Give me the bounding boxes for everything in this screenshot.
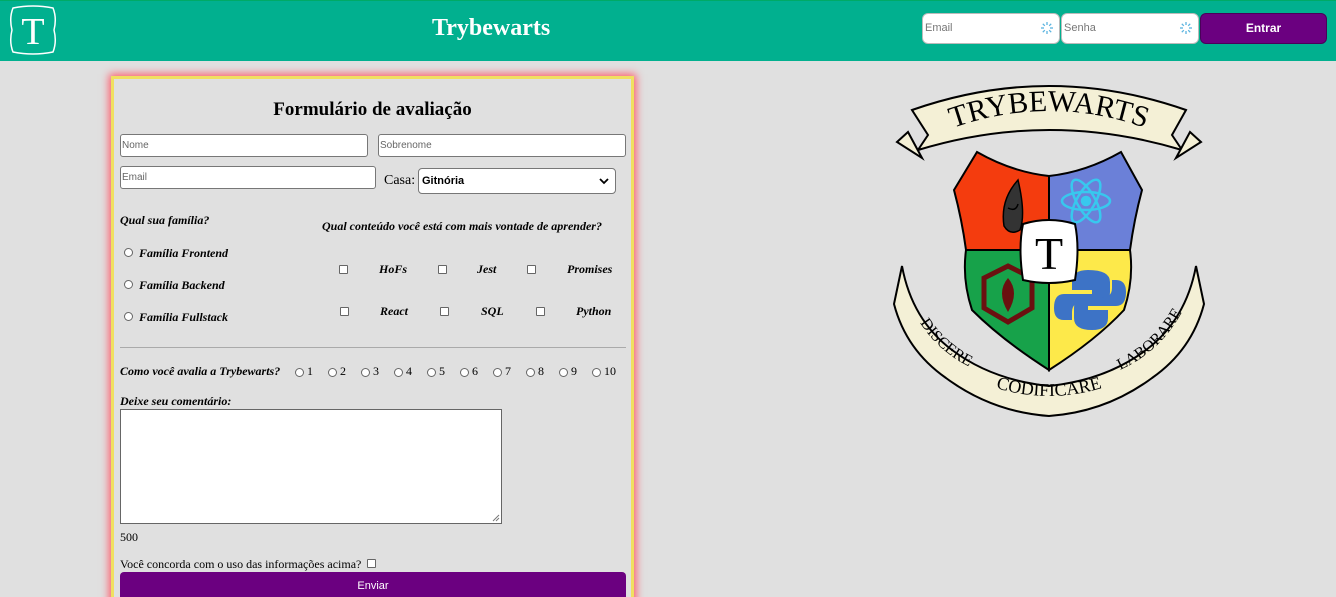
- form-title: Formulário de avaliação: [273, 99, 472, 120]
- first-name-placeholder: Nome: [122, 140, 149, 151]
- content-hofs-label: HoFs: [379, 262, 408, 276]
- content-promises-label: Promises: [567, 262, 613, 276]
- login-password-placeholder: Senha: [1064, 22, 1096, 34]
- rating-label-10: 10: [604, 364, 616, 378]
- rating-radio-10[interactable]: [592, 368, 601, 377]
- login-email-placeholder: Email: [925, 22, 953, 34]
- content-react-checkbox[interactable]: [340, 307, 349, 316]
- login-button[interactable]: Entrar: [1200, 13, 1327, 44]
- rating-radio-3[interactable]: [361, 368, 370, 377]
- password-manager-icon[interactable]: [1040, 21, 1054, 35]
- rating-label-5: 5: [439, 364, 445, 378]
- last-name-placeholder: Sobrenome: [380, 140, 432, 151]
- comment-textarea[interactable]: [120, 409, 502, 524]
- rating-label-8: 8: [538, 364, 544, 378]
- comment-label: Deixe seu comentário:: [120, 394, 232, 408]
- rating-label-3: 3: [373, 364, 379, 378]
- content-python-checkbox[interactable]: [536, 307, 545, 316]
- trybewarts-crest: TRYBEWARTS T DISCERE CODIFICARE LABORARE: [892, 85, 1206, 418]
- family-fullstack-radio[interactable]: [124, 312, 133, 321]
- agreement-row: Você concorda com o uso das informações …: [120, 557, 377, 572]
- family-frontend-label: Família Frontend: [139, 246, 229, 260]
- rating-label-1: 1: [307, 364, 313, 378]
- content-react-label: React: [380, 304, 408, 318]
- content-sql-checkbox[interactable]: [440, 307, 449, 316]
- rating-label-7: 7: [505, 364, 511, 378]
- resize-handle-icon[interactable]: [492, 514, 500, 522]
- rating-question: Como você avalia a Trybewarts?: [120, 364, 281, 378]
- character-counter: 500: [120, 530, 138, 544]
- agreement-label: Você concorda com o uso das informações …: [120, 557, 362, 571]
- content-question: Qual conteúdo você está com mais vontade…: [322, 219, 602, 233]
- rating-label-2: 2: [340, 364, 346, 378]
- house-select[interactable]: Gitnória: [418, 168, 616, 194]
- password-manager-icon[interactable]: [1179, 21, 1193, 35]
- content-jest-checkbox[interactable]: [438, 265, 447, 274]
- brand-title: Trybewarts: [432, 15, 551, 41]
- content-promises-checkbox[interactable]: [527, 265, 536, 274]
- content-python-label: Python: [576, 304, 612, 318]
- family-backend-label: Família Backend: [139, 278, 225, 292]
- rating-label-9: 9: [571, 364, 577, 378]
- rating-radio-2[interactable]: [328, 368, 337, 377]
- top-bar: T Trybewarts Email Senha Entrar: [0, 0, 1336, 61]
- rating-radio-9[interactable]: [559, 368, 568, 377]
- house-label: Casa:: [384, 173, 416, 188]
- motto-center: CODIFICARE: [995, 373, 1104, 401]
- rating-radio-4[interactable]: [394, 368, 403, 377]
- agreement-checkbox[interactable]: [367, 559, 377, 568]
- email-input[interactable]: Email: [120, 166, 376, 189]
- first-name-input[interactable]: Nome: [120, 134, 368, 157]
- login-password-input[interactable]: Senha: [1061, 13, 1199, 44]
- last-name-input[interactable]: Sobrenome: [378, 134, 626, 157]
- content-jest-label: Jest: [477, 262, 497, 276]
- family-backend-radio[interactable]: [124, 280, 133, 289]
- rating-label-4: 4: [406, 364, 412, 378]
- section-divider: [120, 347, 626, 348]
- family-question: Qual sua família?: [120, 213, 210, 227]
- login-email-input[interactable]: Email: [922, 13, 1060, 44]
- content-hofs-checkbox[interactable]: [339, 265, 348, 274]
- family-frontend-radio[interactable]: [124, 248, 133, 257]
- rating-radio-5[interactable]: [427, 368, 436, 377]
- rating-radio-7[interactable]: [493, 368, 502, 377]
- content-sql-label: SQL: [481, 304, 504, 318]
- chevron-down-icon: [599, 178, 609, 185]
- email-placeholder: Email: [122, 172, 148, 183]
- trybewarts-logo: T: [9, 5, 57, 55]
- family-fullstack-label: Família Fullstack: [139, 310, 229, 324]
- logo-letter: T: [21, 11, 44, 53]
- rating-radio-8[interactable]: [526, 368, 535, 377]
- rating-radio-6[interactable]: [460, 368, 469, 377]
- center-letter: T: [1035, 228, 1063, 279]
- rating-label-6: 6: [472, 364, 478, 378]
- rating-radio-1[interactable]: [295, 368, 304, 377]
- submit-button[interactable]: Enviar: [120, 572, 626, 597]
- evaluation-form: Formulário de avaliação Nome Sobrenome E…: [111, 76, 634, 597]
- house-selected-value: Gitnória: [422, 175, 465, 187]
